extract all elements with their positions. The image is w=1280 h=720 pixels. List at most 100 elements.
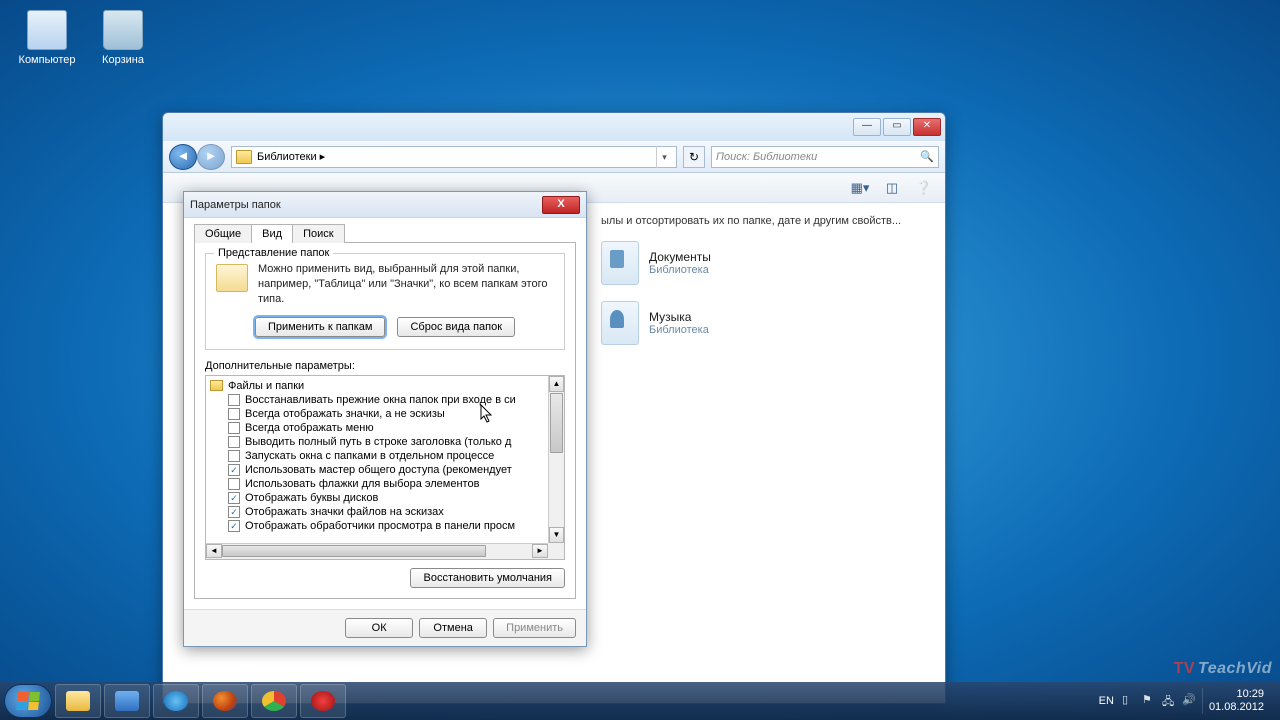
tree-item[interactable]: Всегда отображать значки, а не эскизы <box>210 407 544 421</box>
maximize-button[interactable]: ▭ <box>883 118 911 136</box>
clock-date: 01.08.2012 <box>1209 701 1264 714</box>
preview-pane-button[interactable]: ◫ <box>879 177 905 199</box>
address-bar[interactable]: Библиотеки ▸ ▾ <box>231 146 677 168</box>
tray-network-icon[interactable]: 🖧 <box>1162 693 1178 709</box>
desktop-icon-computer[interactable]: Компьютер <box>12 10 82 66</box>
taskbar-clock[interactable]: 10:29 01.08.2012 <box>1202 688 1270 714</box>
horizontal-scrollbar[interactable]: ◄► <box>206 543 548 559</box>
taskbar-explorer[interactable] <box>55 684 101 718</box>
firefox-icon <box>213 691 237 711</box>
checkbox[interactable]: ✓ <box>228 520 240 532</box>
refresh-button[interactable]: ↻ <box>683 146 705 168</box>
tree-item[interactable]: ✓ Использовать мастер общего доступа (рек… <box>210 463 544 477</box>
library-title: Документы <box>649 250 711 264</box>
tree-root[interactable]: Файлы и папки <box>210 379 544 393</box>
minimize-button[interactable]: — <box>853 118 881 136</box>
checkbox[interactable] <box>228 478 240 490</box>
taskbar-ie[interactable] <box>153 684 199 718</box>
tree-item-label: Отображать значки файлов на эскизах <box>245 506 444 518</box>
scroll-left-button[interactable]: ◄ <box>206 544 222 558</box>
checkbox[interactable]: ✓ <box>228 492 240 504</box>
tree-item[interactable]: ✓ Отображать буквы дисков <box>210 491 544 505</box>
taskbar: EN ▯ ⚑ 🖧 🔊 10:29 01.08.2012 <box>0 682 1280 720</box>
scroll-right-button[interactable]: ► <box>532 544 548 558</box>
tray-flag-icon[interactable]: ▯ <box>1122 693 1138 709</box>
restore-defaults-button[interactable]: Восстановить умолчания <box>410 568 565 588</box>
tree-root-label: Файлы и папки <box>228 380 304 392</box>
tray-volume-icon[interactable]: 🔊 <box>1182 693 1198 709</box>
library-item-music[interactable]: Музыка Библиотека <box>601 301 927 345</box>
system-tray: EN ▯ ⚑ 🖧 🔊 10:29 01.08.2012 <box>1095 688 1276 714</box>
group-text: Можно применить вид, выбранный для этой … <box>258 262 554 307</box>
dialog-close-button[interactable]: X <box>542 196 580 214</box>
checkbox[interactable] <box>228 436 240 448</box>
view-options-button[interactable]: ▦▾ <box>847 177 873 199</box>
mail-icon <box>115 691 139 711</box>
watermark: TVTeachVid <box>1174 660 1272 678</box>
forward-button[interactable]: ► <box>197 144 225 170</box>
tree-item[interactable]: ✓Отображать обработчики просмотра в пане… <box>210 519 544 533</box>
back-button[interactable]: ◄ <box>169 144 197 170</box>
clock-time: 10:29 <box>1209 688 1264 701</box>
opera-icon <box>311 691 335 711</box>
advanced-settings-label: Дополнительные параметры: <box>205 360 565 372</box>
advanced-settings-tree[interactable]: Файлы и папкиВосстанавливать прежние окн… <box>205 375 565 560</box>
tree-item[interactable]: Запускать окна с папками в отдельном про… <box>210 449 544 463</box>
dialog-titlebar[interactable]: Параметры папок X <box>184 192 586 218</box>
taskbar-firefox[interactable] <box>202 684 248 718</box>
tree-item[interactable]: Выводить полный путь в строке заголовка … <box>210 435 544 449</box>
explorer-titlebar[interactable]: — ▭ ✕ <box>163 113 945 141</box>
cancel-button[interactable]: Отмена <box>419 618 487 638</box>
tree-item-label: Отображать буквы дисков <box>245 492 378 504</box>
start-button[interactable] <box>4 684 52 718</box>
checkbox[interactable] <box>228 450 240 462</box>
tree-item-label: Использовать флажки для выбора элементов <box>245 478 479 490</box>
language-indicator[interactable]: EN <box>1095 693 1118 709</box>
reset-folders-button[interactable]: Сброс вида папок <box>397 317 515 337</box>
tree-item[interactable]: Восстанавливать прежние окна папок при в… <box>210 393 544 407</box>
tree-item-label: Использовать мастер общего доступа (реко… <box>245 464 512 476</box>
ok-button[interactable]: ОК <box>345 618 413 638</box>
checkbox[interactable] <box>228 408 240 420</box>
tree-item[interactable]: Всегда отображать меню <box>210 421 544 435</box>
checkbox[interactable] <box>228 422 240 434</box>
breadcrumb[interactable]: Библиотеки ▸ <box>257 150 325 163</box>
apply-to-folders-button[interactable]: Применить к папкам <box>255 317 386 337</box>
chrome-icon <box>262 691 286 711</box>
close-button[interactable]: ✕ <box>913 118 941 136</box>
dialog-footer: ОК Отмена Применить <box>184 609 586 646</box>
tab-search[interactable]: Поиск <box>292 224 344 243</box>
taskbar-chrome[interactable] <box>251 684 297 718</box>
ie-icon <box>164 691 188 711</box>
checkbox[interactable] <box>228 394 240 406</box>
apply-button[interactable]: Применить <box>493 618 576 638</box>
scroll-thumb[interactable] <box>550 393 563 453</box>
hscroll-thumb[interactable] <box>222 545 486 557</box>
scroll-down-button[interactable]: ▼ <box>549 527 564 543</box>
library-title: Музыка <box>649 310 709 324</box>
checkbox[interactable]: ✓ <box>228 506 240 518</box>
checkbox[interactable]: ✓ <box>228 464 240 476</box>
dialog-tabs: Общие Вид Поиск <box>194 224 576 243</box>
folder-icon <box>236 150 252 164</box>
tree-item-label: Всегда отображать значки, а не эскизы <box>245 408 445 420</box>
tree-item[interactable]: Использовать флажки для выбора элементов <box>210 477 544 491</box>
tree-item-label: Запускать окна с папками в отдельном про… <box>245 450 494 462</box>
help-button[interactable]: ❔ <box>911 177 937 199</box>
tree-item[interactable]: ✓ Отображать значки файлов на эскизах <box>210 505 544 519</box>
search-placeholder: Поиск: Библиотеки <box>716 151 817 163</box>
tray-action-center-icon[interactable]: ⚑ <box>1142 693 1158 709</box>
tab-general[interactable]: Общие <box>194 224 252 243</box>
search-input[interactable]: Поиск: Библиотеки 🔍 <box>711 146 939 168</box>
scroll-up-button[interactable]: ▲ <box>549 376 564 392</box>
desktop-icon-label: Компьютер <box>12 54 82 66</box>
vertical-scrollbar[interactable]: ▲ ▼ <box>548 376 564 543</box>
desktop-icon-recycle-bin[interactable]: Корзина <box>88 10 158 66</box>
library-item-documents[interactable]: Документы Библиотека <box>601 241 927 285</box>
folder-options-dialog: Параметры папок X Общие Вид Поиск Предст… <box>183 191 587 647</box>
address-dropdown-icon[interactable]: ▾ <box>656 146 672 168</box>
taskbar-opera[interactable] <box>300 684 346 718</box>
tab-view[interactable]: Вид <box>251 224 293 243</box>
search-icon: 🔍 <box>920 150 934 163</box>
taskbar-mail[interactable] <box>104 684 150 718</box>
